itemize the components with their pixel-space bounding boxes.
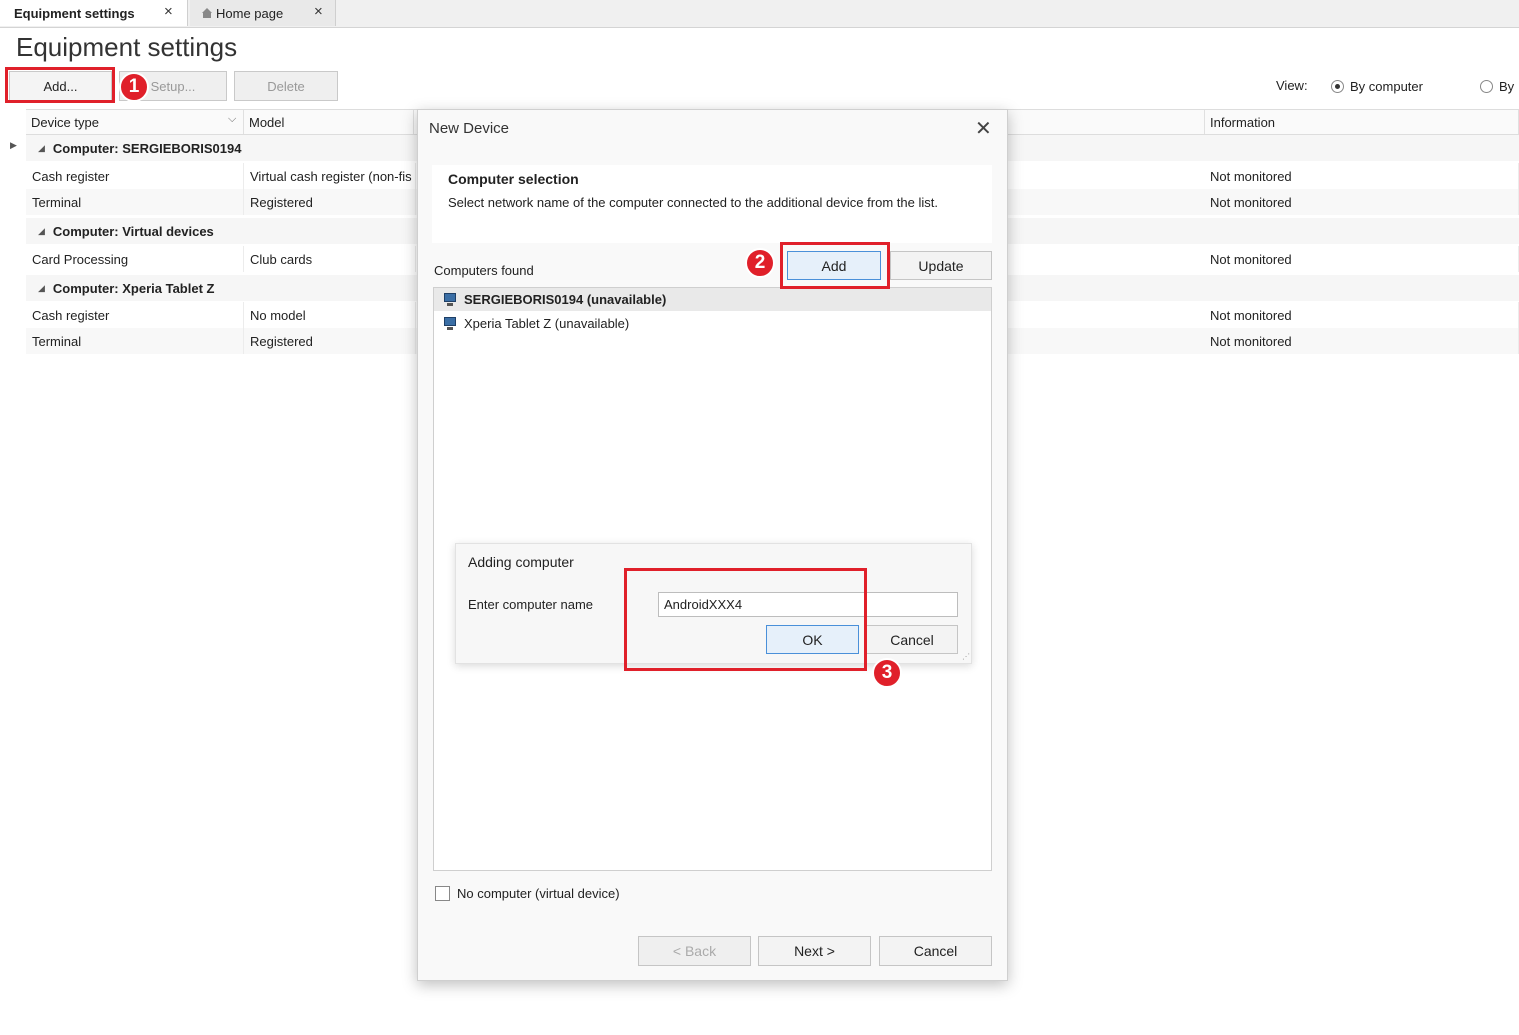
group-label: Computer: Virtual devices: [52, 223, 214, 239]
resize-grip-icon[interactable]: ⋰: [962, 652, 970, 661]
collapse-icon[interactable]: ◢: [38, 143, 45, 154]
collapse-icon[interactable]: ◢: [38, 226, 45, 237]
adding-computer-dialog: Adding computer Enter computer name Andr…: [455, 543, 972, 664]
column-label: Information: [1210, 114, 1276, 130]
cell-model: Registered: [244, 189, 416, 215]
computer-name: Xperia Tablet Z (unavailable): [464, 316, 630, 331]
view-label: View:: [1276, 78, 1308, 93]
view-by-computer-radio[interactable]: [1331, 80, 1344, 93]
cell-model: Registered: [244, 328, 416, 354]
dialog-title: New Device: [429, 120, 510, 137]
cell-information: Not monitored: [1204, 246, 1519, 272]
group-label: Computer: Xperia Tablet Z: [52, 280, 215, 296]
cell-device-type: Card Processing: [26, 246, 244, 272]
cell-device-type: Cash register: [26, 302, 244, 328]
no-computer-checkbox[interactable]: [435, 886, 450, 901]
cell-information: Not monitored: [1204, 189, 1519, 215]
list-item[interactable]: SERGIEBORIS0194 (unavailable): [434, 288, 991, 311]
cell-device-type: Cash register: [26, 163, 244, 189]
cell-information: Not monitored: [1204, 163, 1519, 189]
home-icon: [202, 8, 212, 18]
column-label: Model: [249, 114, 285, 130]
sub-dialog-title: Adding computer: [468, 554, 574, 570]
back-button[interactable]: < Back: [638, 936, 751, 966]
column-model[interactable]: Model: [244, 110, 414, 134]
tab-close-icon[interactable]: ×: [314, 3, 323, 20]
list-item[interactable]: Xperia Tablet Z (unavailable): [434, 312, 991, 335]
cell-information: Not monitored: [1204, 302, 1519, 328]
ok-button[interactable]: OK: [766, 625, 859, 654]
cell-information: Not monitored: [1204, 328, 1519, 354]
computer-name-input[interactable]: AndroidXXX4: [658, 592, 958, 617]
chevron-down-icon[interactable]: ⌵: [228, 113, 236, 126]
step-badge-3: 3: [872, 658, 902, 688]
section-title: Computer selection: [448, 171, 579, 187]
delete-button[interactable]: Delete: [234, 71, 338, 101]
add-computer-button[interactable]: Add: [787, 251, 881, 280]
page-title: Equipment settings: [16, 32, 238, 62]
cell-model: Virtual cash register (non-fis: [244, 163, 416, 189]
tab-home-page[interactable]: Home page ×: [190, 0, 336, 26]
tab-close-icon[interactable]: ×: [164, 3, 173, 20]
computer-icon: [444, 292, 456, 307]
sub-cancel-button[interactable]: Cancel: [866, 625, 958, 654]
view-by-computer-label: By computer: [1350, 79, 1423, 94]
cell-model: No model: [244, 302, 416, 328]
computer-selection-panel: Computer selection Select network name o…: [432, 165, 992, 243]
cell-model: Club cards: [244, 246, 416, 272]
column-information[interactable]: Information: [1204, 110, 1519, 134]
new-device-dialog: New Device ✕ Computer selection Select n…: [417, 109, 1008, 981]
no-computer-label: No computer (virtual device): [457, 886, 620, 901]
add-device-button[interactable]: Add...: [9, 71, 112, 101]
column-label: Device type: [31, 114, 99, 130]
column-device-type[interactable]: Device type ⌵: [26, 110, 244, 134]
tab-label: Home page: [216, 5, 284, 21]
computer-name: SERGIEBORIS0194 (unavailable): [464, 292, 667, 307]
section-description: Select network name of the computer conn…: [448, 195, 938, 210]
group-label: Computer: SERGIEBORIS0194: [52, 140, 242, 156]
next-button[interactable]: Next >: [758, 936, 871, 966]
step-badge-1: 1: [119, 72, 149, 102]
expand-icon[interactable]: ▶: [10, 140, 17, 151]
update-button[interactable]: Update: [890, 251, 992, 280]
view-by-other-label: By: [1499, 79, 1515, 94]
cell-device-type: Terminal: [26, 328, 244, 354]
cancel-button[interactable]: Cancel: [879, 936, 992, 966]
computer-name-label: Enter computer name: [468, 597, 594, 612]
tab-equipment-settings[interactable]: Equipment settings ×: [0, 0, 188, 26]
computer-icon: [444, 316, 456, 331]
computers-found-label: Computers found: [434, 263, 534, 278]
collapse-icon[interactable]: ◢: [38, 283, 45, 294]
close-icon[interactable]: ✕: [975, 116, 992, 141]
tab-label: Equipment settings: [14, 5, 135, 21]
step-badge-2: 2: [745, 248, 775, 278]
cell-device-type: Terminal: [26, 189, 244, 215]
view-by-other-radio[interactable]: [1480, 80, 1493, 93]
